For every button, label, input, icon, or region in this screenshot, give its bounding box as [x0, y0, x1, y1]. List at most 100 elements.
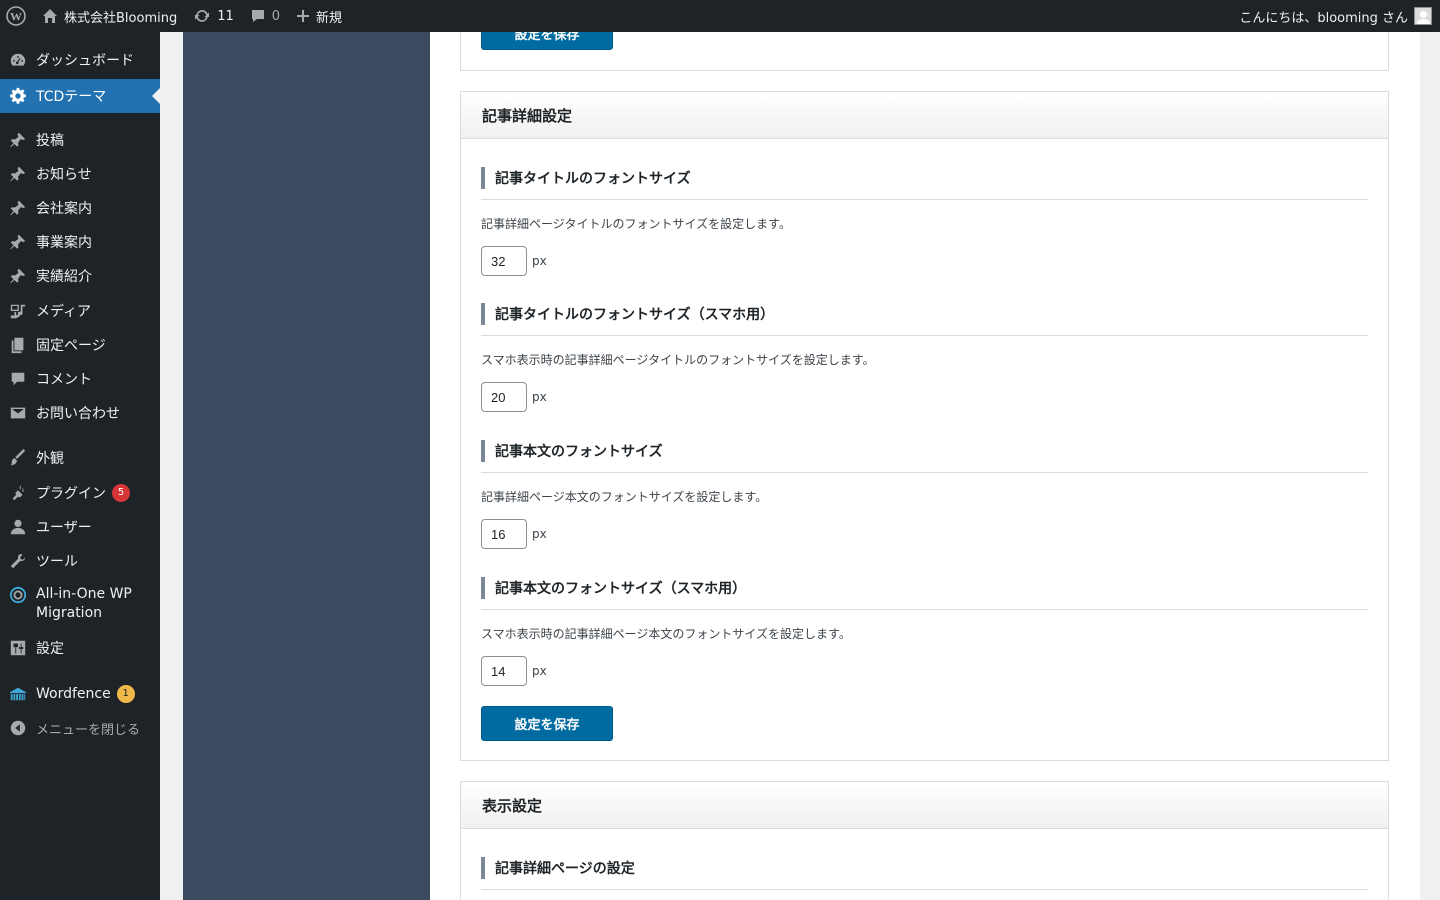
sidebar-item-label: 事業案内 — [36, 235, 92, 251]
sidebar-item-label: お問い合わせ — [36, 406, 120, 422]
sidebar-item-plugins[interactable]: プラグイン 5 — [0, 477, 160, 509]
sidebar-item-comments[interactable]: コメント — [0, 363, 160, 395]
pin-icon — [0, 199, 36, 217]
section-description: 記事詳細ページ本文のフォントサイズを設定します。 — [481, 490, 768, 504]
section-divider — [481, 472, 1368, 473]
sidebar-item-label: ユーザー — [36, 520, 92, 536]
plus-icon — [297, 10, 310, 22]
sidebar-item-label: メニューを閉じる — [36, 722, 141, 738]
new-label: 新規 — [316, 10, 343, 26]
sidebar-item-label-line2: Migration — [36, 605, 103, 621]
body-font-size-mobile-input[interactable] — [481, 656, 527, 686]
sidebar-item-tools[interactable]: ツール — [0, 545, 160, 577]
sidebar-item-label: 外観 — [36, 451, 64, 467]
sidebar-item-label: お知らせ — [36, 167, 92, 183]
updates-link[interactable]: 11 — [185, 0, 242, 32]
media-icon — [0, 302, 36, 320]
dashboard-icon — [0, 51, 36, 69]
section-title-article-detail-page: 記事詳細ページの設定 — [481, 857, 1368, 879]
sidebar-item-business[interactable]: 事業案内 — [0, 226, 160, 258]
section-divider — [481, 609, 1368, 610]
unit-label: px — [532, 390, 547, 404]
section-divider — [481, 335, 1368, 336]
pin-icon — [0, 233, 36, 251]
title-font-size-input[interactable] — [481, 246, 527, 276]
home-icon — [43, 9, 57, 23]
sidebar-item-pages[interactable]: 固定ページ — [0, 329, 160, 361]
sidebar-item-label: プラグイン — [36, 486, 106, 502]
sidebar-item-media[interactable]: メディア — [0, 295, 160, 327]
comment-icon — [0, 370, 36, 388]
sidebar-item-label: 実績紹介 — [36, 269, 92, 285]
unit-label: px — [532, 254, 547, 268]
sidebar-item-label: ツール — [36, 554, 78, 570]
wordfence-alert-badge: 1 — [116, 685, 135, 703]
collapse-icon — [0, 719, 36, 737]
sidebar-item-label: メディア — [36, 304, 92, 320]
updates-count: 11 — [217, 8, 234, 24]
sidebar-item-wordfence[interactable]: Wordfence 1 — [0, 678, 160, 710]
section-title-body-font-size-mobile: 記事本文のフォントサイズ（スマホ用） — [481, 577, 1368, 599]
comments-link[interactable]: 0 — [242, 0, 288, 32]
pages-icon — [0, 336, 36, 354]
display-settings-title: 表示設定 — [461, 782, 1388, 829]
sidebar-item-label: 会社案内 — [36, 201, 92, 217]
site-name-link[interactable]: 株式会社Blooming — [34, 0, 185, 32]
svg-text:W: W — [10, 10, 22, 24]
new-content-link[interactable]: 新規 — [288, 0, 350, 32]
brush-icon — [0, 449, 36, 467]
section-title-body-font-size: 記事本文のフォントサイズ — [481, 440, 1368, 462]
article-detail-settings-title: 記事詳細設定 — [461, 92, 1388, 139]
unit-label: px — [532, 527, 547, 541]
sidebar-item-news[interactable]: お知らせ — [0, 158, 160, 190]
sidebar-item-settings[interactable]: 設定 — [0, 632, 160, 664]
sidebar-item-label-group: All-in-One WP Migration — [36, 585, 132, 623]
sidebar-item-posts[interactable]: 投稿 — [0, 124, 160, 156]
wordpress-icon: W — [6, 6, 26, 26]
comment-bubble-icon — [251, 10, 264, 22]
greeting-text-overlay: こんにちは、blooming さん — [1239, 10, 1408, 26]
user-icon — [0, 518, 36, 536]
pin-icon — [0, 131, 36, 149]
sidebar-item-tcd-theme[interactable]: TCDテーマ — [0, 79, 160, 113]
wordfence-icon — [0, 685, 36, 703]
sidebar-item-contact[interactable]: お問い合わせ — [0, 397, 160, 429]
section-title-title-font-size-mobile: 記事タイトルのフォントサイズ（スマホ用） — [481, 303, 1368, 325]
gear-icon — [0, 87, 36, 105]
sidebar-item-works[interactable]: 実績紹介 — [0, 260, 160, 292]
sidebar-item-label: Wordfence — [36, 686, 111, 702]
section-description: 記事詳細ページタイトルのフォントサイズを設定します。 — [481, 217, 791, 231]
sidebar-item-label: 固定ページ — [36, 338, 106, 354]
body-font-size-input[interactable] — [481, 519, 527, 549]
avatar-overlay — [1414, 7, 1432, 25]
wordpress-logo-button[interactable]: W — [0, 0, 34, 32]
admin-sidebar-menu: ダッシュボード TCDテーマ 投稿 お知らせ 会社案内 事業案内 実績紹介 メデ… — [0, 32, 160, 900]
section-description: スマホ表示時の記事詳細ページタイトルのフォントサイズを設定します。 — [481, 353, 875, 367]
sidebar-item-company[interactable]: 会社案内 — [0, 192, 160, 224]
sidebar-item-appearance[interactable]: 外観 — [0, 442, 160, 474]
section-title-title-font-size: 記事タイトルのフォントサイズ — [481, 167, 1368, 189]
save-button[interactable]: 設定を保存 — [481, 706, 613, 741]
sidebar-item-all-in-one-wp-migration[interactable]: All-in-One WP Migration — [0, 585, 160, 625]
plugin-icon — [0, 484, 36, 502]
article-detail-settings-box: 記事詳細設定 — [460, 91, 1389, 761]
pin-icon — [0, 267, 36, 285]
settings-sliders-icon — [0, 639, 36, 657]
section-description: スマホ表示時の記事詳細ページ本文のフォントサイズを設定します。 — [481, 627, 851, 641]
section-divider — [481, 199, 1368, 200]
unit-label: px — [532, 664, 547, 678]
title-font-size-mobile-input[interactable] — [481, 382, 527, 412]
sidebar-item-label: All-in-One WP — [36, 586, 132, 602]
sidebar-item-label: TCDテーマ — [36, 89, 107, 105]
admin-bar-account[interactable]: こんにちは、blooming さん — [1170, 0, 1440, 32]
sidebar-item-label: ダッシュボード — [36, 53, 134, 69]
collapse-menu-button[interactable]: メニューを閉じる — [0, 712, 160, 744]
pin-icon — [0, 165, 36, 183]
sidebar-item-label: コメント — [36, 372, 92, 388]
site-name: 株式会社Blooming — [64, 10, 178, 26]
sidebar-item-users[interactable]: ユーザー — [0, 511, 160, 543]
migration-icon — [0, 585, 36, 604]
plugins-update-badge: 5 — [112, 484, 130, 502]
sidebar-item-dashboard[interactable]: ダッシュボード — [0, 44, 160, 76]
wrench-icon — [0, 552, 36, 570]
